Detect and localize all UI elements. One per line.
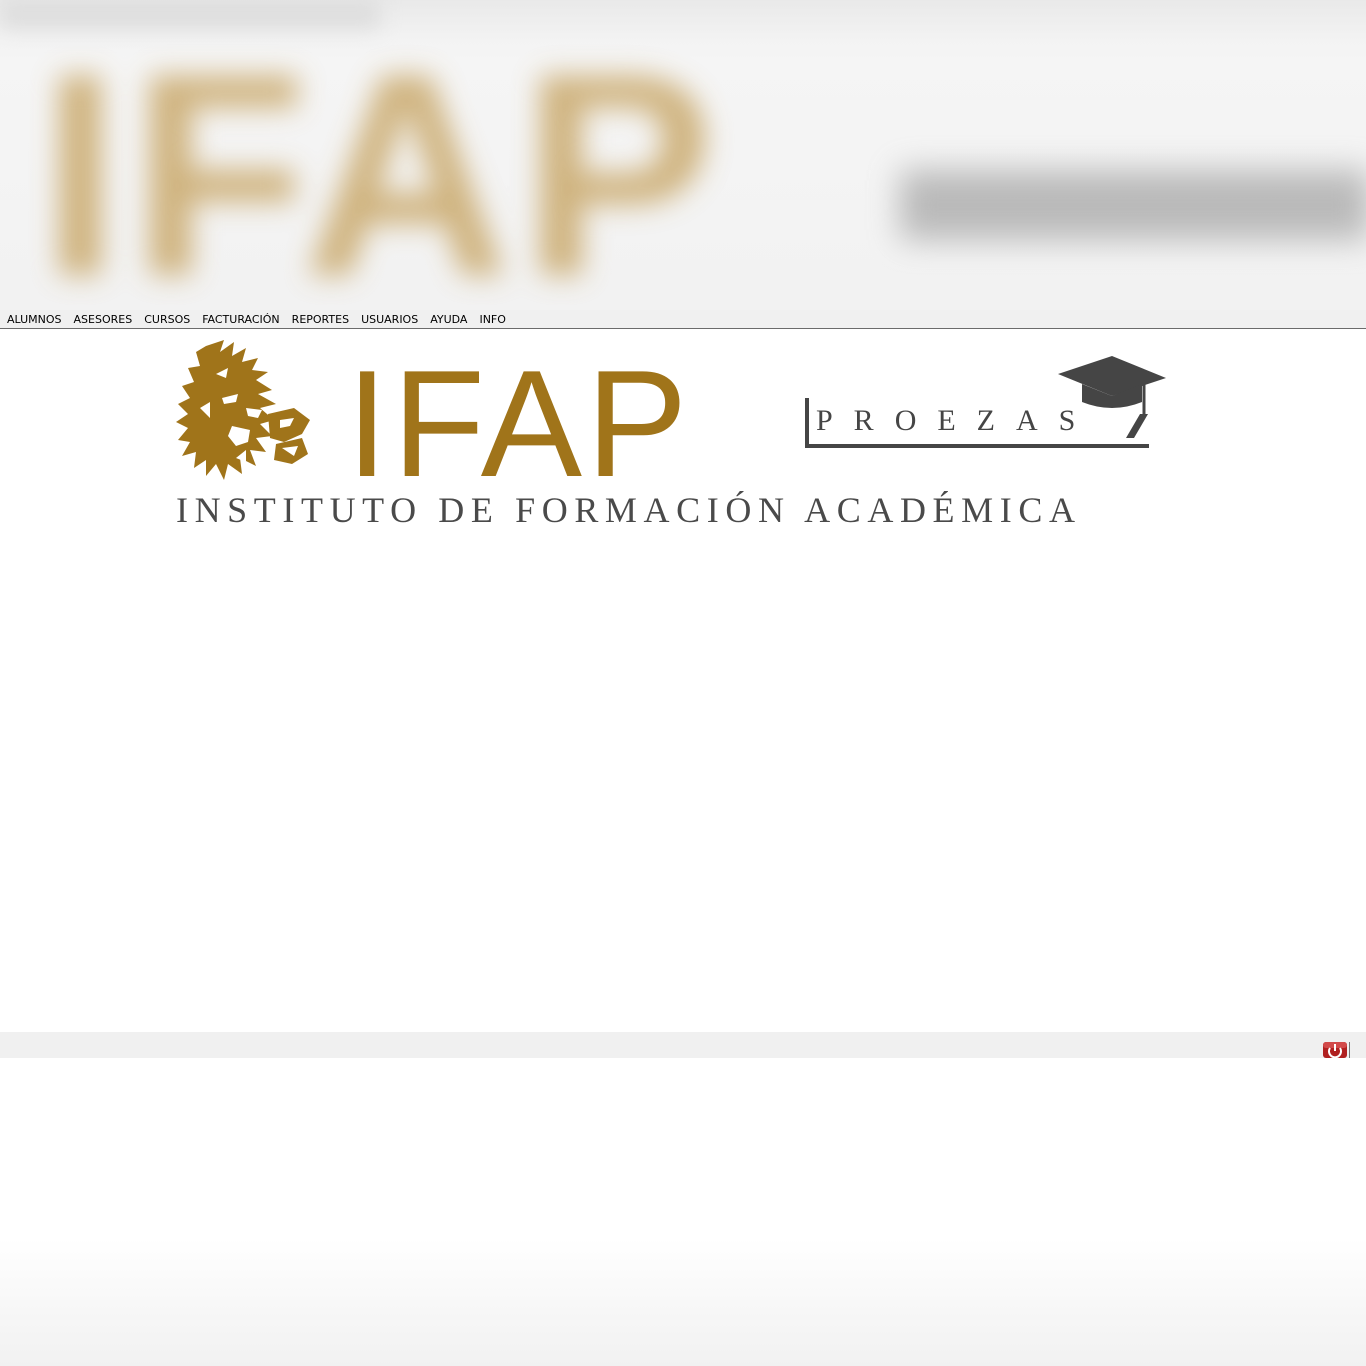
menu-item-info[interactable]: INFO bbox=[473, 310, 511, 329]
menu-item-ayuda[interactable]: AYUDA bbox=[424, 310, 473, 329]
logo-subtitle: INSTITUTO DE FORMACIÓN ACADÉMICA bbox=[176, 490, 1082, 530]
logo-proezas-text: PROEZAS bbox=[816, 404, 1097, 437]
lion-head-icon bbox=[176, 340, 310, 480]
menu-item-alumnos[interactable]: ALUMNOS bbox=[1, 310, 68, 329]
menu-item-reportes[interactable]: REPORTES bbox=[286, 310, 355, 329]
main-content: IFAP PROEZAS INSTITUTO DE FORMACIÓN ACAD… bbox=[0, 330, 1366, 1032]
ifap-logo: IFAP PROEZAS INSTITUTO DE FORMACIÓN ACAD… bbox=[176, 338, 1170, 528]
menu-item-facturacion[interactable]: FACTURACIÓN bbox=[196, 310, 285, 329]
menu-bar: ALUMNOS ASESORES CURSOS FACTURACIÓN REPO… bbox=[0, 310, 1366, 329]
power-icon bbox=[1323, 1042, 1347, 1058]
app-window: IFAP ALUMNOS ASESORES CURSOS FACTURACIÓN… bbox=[0, 0, 1366, 1366]
background-bottom bbox=[0, 1058, 1366, 1366]
blurred-banner-tagline bbox=[900, 170, 1366, 240]
background-banner: IFAP bbox=[0, 0, 1366, 310]
status-bar bbox=[0, 1032, 1366, 1058]
menu-item-cursos[interactable]: CURSOS bbox=[138, 310, 196, 329]
logo-ifap-text: IFAP bbox=[346, 339, 692, 509]
blurred-banner-logo: IFAP bbox=[40, 13, 725, 310]
menu-item-usuarios[interactable]: USUARIOS bbox=[355, 310, 424, 329]
exit-button[interactable] bbox=[1322, 1042, 1350, 1058]
menu-item-asesores[interactable]: ASESORES bbox=[68, 310, 139, 329]
